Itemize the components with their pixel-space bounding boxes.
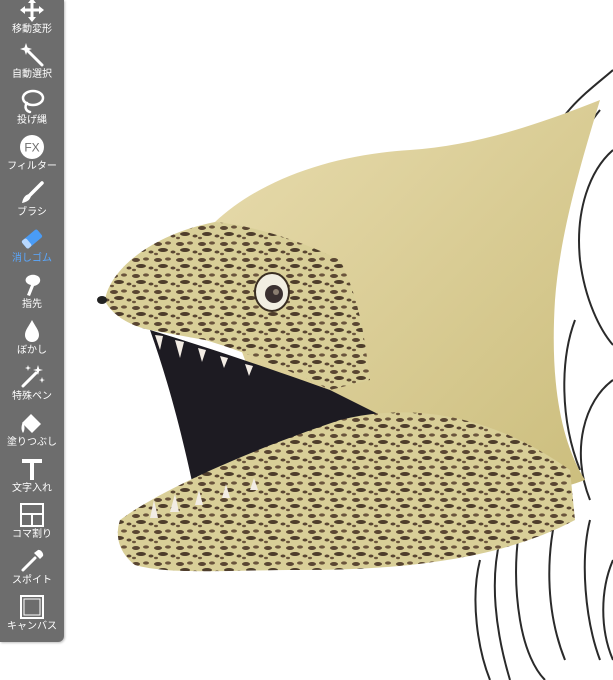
tool-label: 塗りつぶし xyxy=(6,437,58,448)
eraser-icon xyxy=(18,225,46,253)
fill-bucket-icon xyxy=(18,409,46,437)
eel-eye xyxy=(254,272,290,312)
tool-label: 文字入れ xyxy=(12,483,52,494)
tool-auto-select[interactable]: 自動選択 xyxy=(0,37,64,83)
tool-label: 指先 xyxy=(22,299,42,310)
eel-nostril xyxy=(97,296,107,304)
tool-label: 自動選択 xyxy=(12,69,52,80)
frame-panels-icon xyxy=(18,501,46,529)
sparkle-pen-icon xyxy=(18,363,46,391)
drawing-canvas[interactable] xyxy=(0,0,613,680)
tool-eraser[interactable]: 消しゴム xyxy=(0,221,64,267)
tool-palette: 移動変形 自動選択 投げ縄 FX フィルター ブラシ 消しゴム 指先 ぼかし 特… xyxy=(0,0,64,642)
move-arrows-icon xyxy=(18,0,46,24)
finger-smudge-icon xyxy=(18,271,46,299)
lasso-icon xyxy=(18,87,46,115)
tool-label: 投げ縄 xyxy=(17,115,47,126)
tool-filter[interactable]: FX フィルター xyxy=(0,129,64,175)
tool-label: フィルター xyxy=(7,161,57,172)
eyedropper-icon xyxy=(18,547,46,575)
svg-text:FX: FX xyxy=(24,141,39,155)
text-t-icon xyxy=(18,455,46,483)
tool-label: 移動変形 xyxy=(12,24,52,35)
tool-fill[interactable]: 塗りつぶし xyxy=(0,405,64,451)
magic-wand-icon xyxy=(18,41,46,69)
tool-finger[interactable]: 指先 xyxy=(0,267,64,313)
tool-brush[interactable]: ブラシ xyxy=(0,175,64,221)
tool-label: 特殊ペン xyxy=(12,391,52,402)
tool-blur[interactable]: ぼかし xyxy=(0,313,64,359)
tool-move-transform[interactable]: 移動変形 xyxy=(0,0,64,38)
tool-label: キャンバス xyxy=(7,621,57,632)
tool-label: 消しゴム xyxy=(12,253,52,264)
tool-eyedropper[interactable]: スポイト xyxy=(0,543,64,589)
tool-label: スポイト xyxy=(12,575,52,586)
tool-special-pen[interactable]: 特殊ペン xyxy=(0,359,64,405)
tool-label: ぼかし xyxy=(17,345,47,356)
fx-icon: FX xyxy=(18,133,46,161)
tool-label: ブラシ xyxy=(17,207,47,218)
drop-icon xyxy=(18,317,46,345)
tool-lasso[interactable]: 投げ縄 xyxy=(0,83,64,129)
tool-canvas[interactable]: キャンバス xyxy=(0,589,64,635)
tool-text[interactable]: 文字入れ xyxy=(0,451,64,497)
tool-label: コマ割り xyxy=(12,529,52,540)
tool-panels[interactable]: コマ割り xyxy=(0,497,64,543)
brush-icon xyxy=(18,179,46,207)
canvas-icon xyxy=(18,593,46,621)
